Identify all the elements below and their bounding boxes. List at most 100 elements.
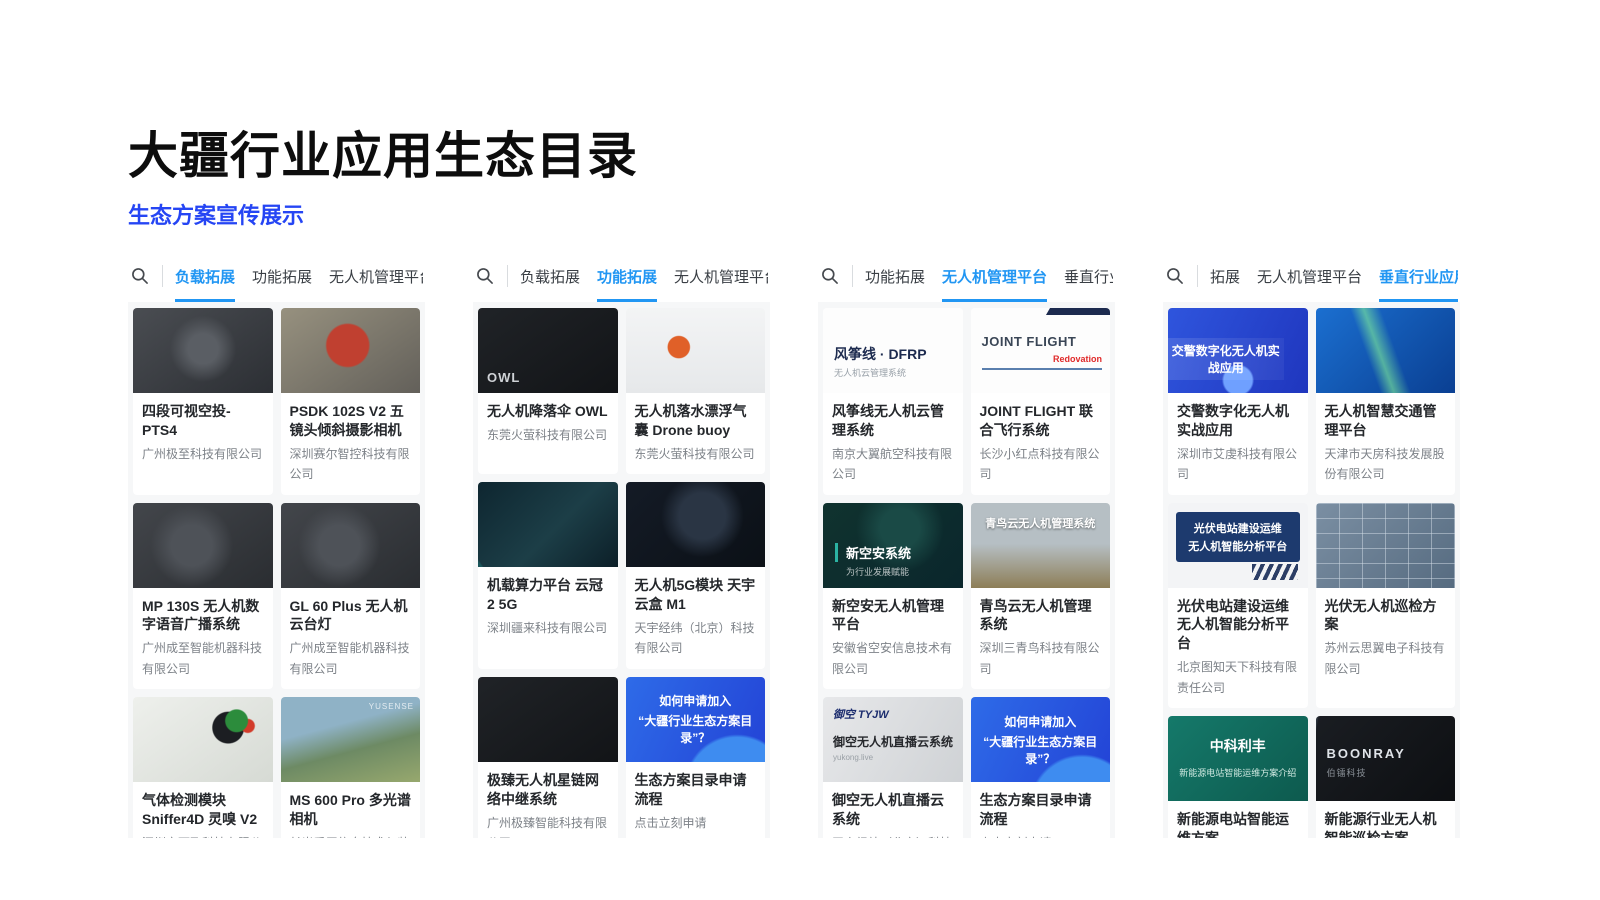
product-card[interactable]: OWL 无人机降落伞 OWL 东莞火萤科技有限公司 [478,308,618,474]
product-company: 北京图知天下科技有限责任公司 [1168,657,1308,708]
app-panel-payload: 负载拓展 功能拓展 无人机管理平台 四段可视空投-PTS4 广州极至科技有限公司… [128,250,425,838]
app-panel-vertical: 拓展 无人机管理平台 垂直行业应用 交警数字化无人机实战应用 交警数字化无人机实… [1163,250,1460,838]
product-card[interactable]: JOINT FLIGHT Redovation JOINT FLIGHT 联合飞… [971,308,1111,495]
product-card[interactable]: 无人机5G模块 天宇云盒 M1 天宇经纬（北京）科技有限公司 [626,482,766,669]
product-card[interactable]: 机载算力平台 云冠2 5G 深圳疆来科技有限公司 [478,482,618,669]
product-card[interactable]: 气体检测模块 Sniffer4D 灵嗅 V2 深圳市可飞科技有限公司 [133,697,273,838]
product-title: 光伏电站建设运维 无人机智能分析平台 [1168,588,1308,658]
product-image [1316,308,1456,393]
product-card[interactable]: MP 130S 无人机数字语音广播系统 广州成至智能机器科技有限公司 [133,503,273,690]
product-company: 广州成至智能机器科技有限公司 [281,638,421,689]
product-image: 新空安系统 为行业发展赋能 [823,503,963,588]
product-company: 长沙小红点科技有限公司 [971,444,1111,495]
product-card[interactable]: 青鸟云无人机管理系统 青鸟云无人机管理系统 深圳三青鸟科技有限公司 [971,503,1111,690]
brand-watermark: YUSENSE [369,702,414,711]
banner-line-2: “大疆行业生态方案目录”？ [626,712,766,746]
tab-drone-management[interactable]: 无人机管理平台 [329,251,423,302]
app-panel-function: 负载拓展 功能拓展 无人机管理平台 OWL 无人机降落伞 OWL 东莞火萤科技有… [473,250,770,838]
dfrp-logo-text: 风筝线 · DFRP [834,344,927,364]
product-image: 光伏电站建设运维 无人机智能分析平台 [1168,503,1308,588]
apply-banner-card[interactable]: 如何申请加入 “大疆行业生态方案目录”？ 生态方案目录申请流程 点击立刻申请 [626,677,766,838]
product-image [133,697,273,782]
qingniao-title-text: 青鸟云无人机管理系统 [971,515,1111,531]
zhongke-lifeng-subtitle: 新能源电站智能运维方案介绍 [1168,766,1308,779]
tab-vertical-industry[interactable]: 垂直行业应用 [1379,251,1458,302]
product-title: 极臻无人机星链网络中继系统 [478,762,618,813]
product-card[interactable]: 极臻无人机星链网络中继系统 广州极臻智能科技有限公司 [478,677,618,838]
police-banner-text: 交警数字化无人机实战应用 [1168,338,1284,380]
product-title: 新能源电站智能运维方案 [1168,801,1308,838]
panel-body: 风筝线 · DFRP 无人机云管理系统 风筝线无人机云管理系统 南京大翼航空科技… [818,302,1115,838]
product-card[interactable]: 交警数字化无人机实战应用 交警数字化无人机实战应用 深圳市艾虔科技有限公司 [1168,308,1308,495]
product-card[interactable]: 风筝线 · DFRP 无人机云管理系统 风筝线无人机云管理系统 南京大翼航空科技… [823,308,963,495]
yukong-url-text: yukong.live [833,753,873,762]
product-card[interactable]: 御空 TYJW 御空无人机直播云系统 yukong.live 御空无人机直播云系… [823,697,963,838]
product-card[interactable]: 四段可视空投-PTS4 广州极至科技有限公司 [133,308,273,495]
product-title: 四段可视空投-PTS4 [133,393,273,444]
xinkongan-logo-text: 新空安系统 [835,543,911,562]
xinkongan-slogan: 为行业发展赋能 [846,565,909,578]
tab-vertical-industry[interactable]: 垂直行业 [1064,251,1113,302]
tab-payload-expansion[interactable]: 负载拓展 [520,251,580,302]
tab-payload-expansion[interactable]: 负载拓展 [175,251,235,302]
search-icon[interactable] [820,266,840,286]
search-icon[interactable] [1165,266,1185,286]
tab-function-expansion[interactable]: 功能拓展 [252,251,312,302]
product-card[interactable]: 无人机落水漂浮气囊 Drone buoy 东莞火萤科技有限公司 [626,308,766,474]
apply-banner-image: 如何申请加入 “大疆行业生态方案目录”？ [971,697,1111,782]
product-image [281,308,421,393]
product-card[interactable]: 光伏无人机巡检方案 苏州云思翼电子科技有限公司 [1316,503,1456,708]
product-card[interactable]: 新空安系统 为行业发展赋能 新空安无人机管理平台 安徽省空安信息技术有限公司 [823,503,963,690]
product-image: 风筝线 · DFRP 无人机云管理系统 [823,308,963,393]
product-company: 广州极臻智能科技有限公司 [478,813,618,838]
pv-line-1: 光伏电站建设运维 [1178,520,1298,536]
product-title: 御空无人机直播云系统 [823,782,963,833]
product-card[interactable]: 中科利丰 新能源电站智能运维方案介绍 新能源电站智能运维方案 北京中科利丰科技有… [1168,716,1308,838]
product-card[interactable]: PSDK 102S V2 五镜头倾斜摄影相机 深圳赛尔智控科技有限公司 [281,308,421,495]
product-image: 交警数字化无人机实战应用 [1168,308,1308,393]
yukong-title-text: 御空无人机直播云系统 [833,733,953,750]
apply-title: 生态方案目录申请流程 [626,762,766,813]
product-image: OWL [478,308,618,393]
panel-body: OWL 无人机降落伞 OWL 东莞火萤科技有限公司 无人机落水漂浮气囊 Dron… [473,302,770,838]
product-card[interactable]: 无人机智慧交通管理平台 天津市天房科技发展股份有限公司 [1316,308,1456,495]
tab-function-expansion[interactable]: 功能拓展 [865,251,925,302]
tab-function-expansion[interactable]: 功能拓展 [597,251,657,302]
product-card[interactable]: 光伏电站建设运维 无人机智能分析平台 光伏电站建设运维 无人机智能分析平台 北京… [1168,503,1308,708]
panel-body: 四段可视空投-PTS4 广州极至科技有限公司 PSDK 102S V2 五镜头倾… [128,302,425,838]
product-card[interactable]: GL 60 Plus 无人机云台灯 广州成至智能机器科技有限公司 [281,503,421,690]
apply-cta[interactable]: 点击立刻申请 [971,833,1111,838]
joint-flight-logo-text: JOINT FLIGHT [982,334,1077,349]
tab-drone-management[interactable]: 无人机管理平台 [942,251,1047,302]
search-icon[interactable] [475,266,495,286]
product-company: 长光禹辰信息技术与装备（青岛）有限公司 [281,833,421,838]
panel-header: 功能拓展 无人机管理平台 垂直行业 [818,250,1115,302]
tab-expansion-truncated[interactable]: 拓展 [1210,251,1240,302]
product-company: 广州成至智能机器科技有限公司 [133,638,273,689]
product-company: 天津市天房科技发展股份有限公司 [1316,444,1456,495]
boonray-subtitle: 伯镭科技 [1327,766,1367,779]
search-icon[interactable] [130,266,150,286]
banner-line-2: “大疆行业生态方案目录”？ [971,733,1111,767]
apply-banner-card[interactable]: 如何申请加入 “大疆行业生态方案目录”？ 生态方案目录申请流程 点击立刻申请 [971,697,1111,838]
product-title: MS 600 Pro 多光谱相机 [281,782,421,833]
owl-logo: OWL [487,370,520,385]
apply-cta[interactable]: 点击立刻申请 [626,813,766,838]
tab-drone-management[interactable]: 无人机管理平台 [1257,251,1362,302]
product-title: 无人机降落伞 OWL [478,393,618,425]
tab-drone-management[interactable]: 无人机管理平台 [674,251,768,302]
product-image: 中科利丰 新能源电站智能运维方案介绍 [1168,716,1308,801]
pv-line-2: 无人机智能分析平台 [1178,538,1298,554]
product-title: 新能源行业无人机智能巡检方案 [1316,801,1456,838]
product-company: 安徽省空安信息技术有限公司 [823,638,963,689]
product-card[interactable]: BOONRAY 伯镭科技 新能源行业无人机智能巡检方案 上海伯镭智能科技有限公司 [1316,716,1456,838]
product-title: 风筝线无人机云管理系统 [823,393,963,444]
page-subtitle: 生态方案宣传展示 [128,198,304,230]
tab-bar: 拓展 无人机管理平台 垂直行业应用 [1210,250,1458,302]
redovation-logo-text: Redovation [1053,354,1102,364]
product-company: 深圳市可飞科技有限公司 [133,833,273,838]
product-company: 深圳赛尔智控科技有限公司 [281,444,421,495]
product-card[interactable]: YUSENSE MS 600 Pro 多光谱相机 长光禹辰信息技术与装备（青岛）… [281,697,421,838]
product-company: 天宇经纬（北京）科技有限公司 [626,618,766,669]
app-screenshot-row: 负载拓展 功能拓展 无人机管理平台 四段可视空投-PTS4 广州极至科技有限公司… [128,250,1460,838]
